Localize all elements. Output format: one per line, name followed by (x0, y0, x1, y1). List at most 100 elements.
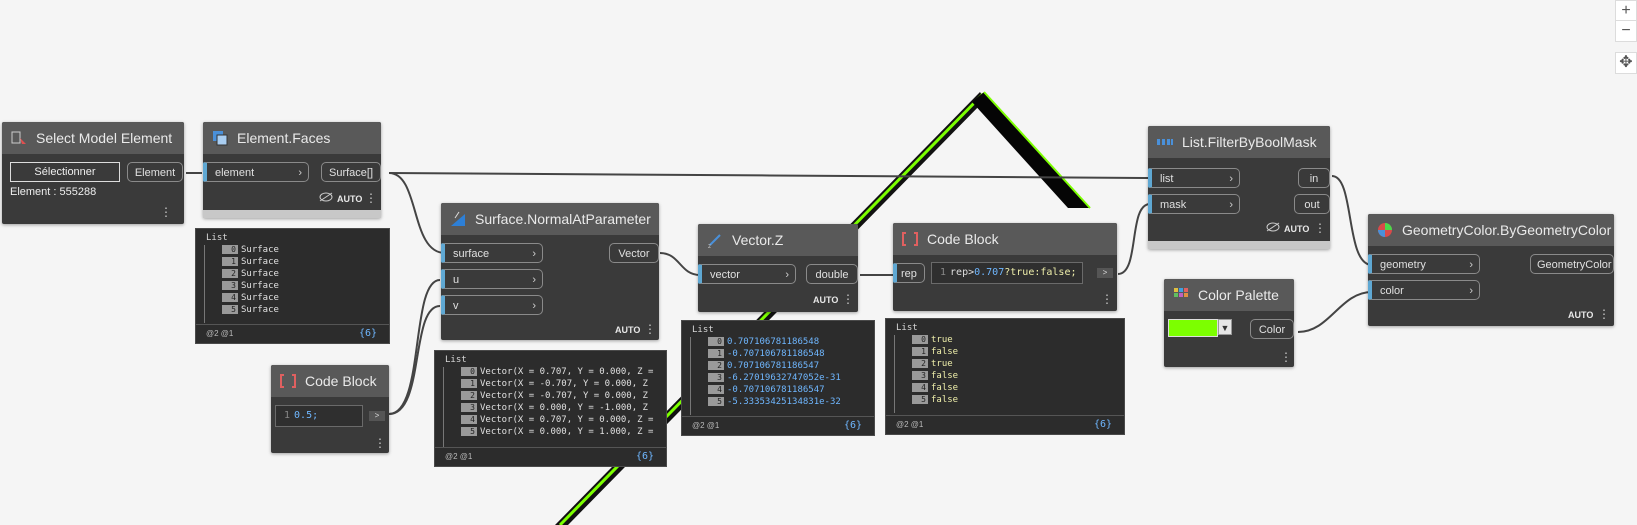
output-port-element[interactable]: Element (127, 162, 183, 182)
preview-hidden-icon[interactable] (1266, 222, 1280, 232)
node-code-block-half[interactable]: Code Block 1 0.5; > ⋮ (271, 365, 389, 453)
output-port-code[interactable]: > (369, 411, 385, 421)
input-port-rep[interactable]: rep (893, 263, 925, 283)
node-code-block-rep[interactable]: Code Block rep 1 rep>0.707?true:false; > … (893, 223, 1117, 311)
list-count: {6} (1093, 419, 1112, 430)
run-mode-label: AUTO (1284, 224, 1310, 234)
code-editor[interactable]: 1 0.5; (275, 405, 363, 427)
input-port-list[interactable]: list › (1148, 168, 1240, 188)
chevron-right-icon: › (1469, 259, 1473, 271)
list-item: 4 Vector(X = 0.707, Y = 0.000, Z = (461, 415, 653, 426)
select-button[interactable]: Sélectionner (10, 162, 120, 182)
node-header[interactable]: GeometryColor.ByGeometryColor (1368, 214, 1614, 246)
node-menu-icon[interactable]: ⋮ (374, 437, 386, 449)
list-item: 0 true (912, 335, 953, 346)
port-label: surface (453, 248, 490, 260)
node-title: Surface.NormalAtParameter (475, 211, 651, 227)
node-geometry-color[interactable]: GeometryColor.ByGeometryColor geometry › … (1368, 214, 1614, 326)
list-header: List (896, 323, 918, 333)
node-title: Code Block (927, 231, 999, 247)
list-item: 0 Surface (222, 245, 279, 256)
input-port-vector[interactable]: vector › (698, 264, 796, 284)
preview-bar[interactable] (1148, 241, 1330, 249)
output-port-double[interactable]: double (806, 264, 858, 284)
code-block-icon (902, 232, 918, 246)
list-header: List (445, 355, 467, 365)
port-label: geometry (1380, 259, 1426, 271)
preview-faces-list: List 0 Surface 1 Surface 2 Surface 3 Surface… (195, 228, 390, 344)
node-menu-icon[interactable]: ⋮ (644, 323, 656, 335)
list-item: 5 Surface (222, 305, 279, 316)
port-label: list (1160, 173, 1174, 185)
run-mode-label: AUTO (1568, 310, 1594, 320)
node-menu-icon[interactable]: ⋮ (1101, 293, 1113, 305)
chevron-right-icon: › (298, 167, 302, 179)
node-header[interactable]: Surface.NormalAtParameter (441, 203, 659, 235)
node-header[interactable]: Select Model Element (2, 122, 184, 154)
select-element-icon (11, 131, 26, 144)
output-port-code[interactable]: > (1097, 268, 1113, 278)
zoom-out-button[interactable]: − (1615, 20, 1637, 42)
list-item: 1 false (912, 347, 958, 358)
node-color-palette[interactable]: Color Palette ▼ Color ⋮ (1164, 279, 1294, 367)
color-swatch[interactable] (1168, 319, 1218, 337)
list-item: 1 Vector(X = -0.707, Y = 0.000, Z (461, 379, 648, 390)
node-element-faces[interactable]: Element.Faces element › Surface[] AUTO ⋮ (203, 122, 381, 218)
input-port-element[interactable]: element › (203, 162, 309, 182)
preview-bool-list: List 0 true 1 false 2 true 3 false 4 false 5f… (885, 318, 1125, 435)
input-port-geometry[interactable]: geometry › (1368, 254, 1480, 274)
input-port-v[interactable]: v › (441, 295, 543, 315)
list-item: 0 Vector(X = 0.707, Y = 0.000, Z = (461, 367, 653, 378)
node-header[interactable]: Code Block (893, 223, 1117, 255)
geometry-color-icon (1378, 223, 1392, 237)
list-header: List (692, 325, 714, 335)
node-menu-icon[interactable]: ⋮ (365, 192, 377, 204)
code-editor[interactable]: 1 rep>0.707?true:false; (931, 262, 1083, 284)
input-port-surface[interactable]: surface › (441, 243, 543, 263)
node-header[interactable]: List.FilterByBoolMask (1148, 126, 1330, 158)
fit-view-button[interactable]: ✥ (1615, 52, 1637, 74)
list-item: 2 Vector(X = -0.707, Y = 0.000, Z (461, 391, 648, 402)
chevron-right-icon: › (785, 269, 789, 281)
preview-bar[interactable] (203, 210, 381, 218)
node-header[interactable]: Code Block (271, 365, 389, 397)
node-select-model-element[interactable]: Select Model Element Sélectionner Elemen… (2, 122, 184, 224)
preview-footer: @2 @1 {6} (196, 324, 389, 343)
node-menu-icon[interactable]: ⋮ (1280, 351, 1292, 363)
run-mode-label: AUTO (615, 325, 641, 335)
list-item: 3 Vector(X = 0.000, Y = -1.000, Z (461, 403, 648, 414)
node-menu-icon[interactable]: ⋮ (842, 293, 854, 305)
node-title: GeometryColor.ByGeometryColor (1402, 222, 1612, 238)
input-port-u[interactable]: u › (441, 269, 543, 289)
port-label: mask (1160, 199, 1187, 211)
node-menu-icon[interactable]: ⋮ (1598, 308, 1610, 320)
list-item: 1 Surface (222, 257, 279, 268)
chevron-right-icon: › (532, 300, 536, 312)
chevron-down-icon[interactable]: ▼ (1218, 319, 1232, 335)
input-port-color[interactable]: color › (1368, 280, 1480, 300)
node-vector-z[interactable]: z Vector.Z vector › double AUTO ⋮ (698, 224, 858, 312)
preview-z-values-list: List 0 0.707106781186548 1 -0.707106781186… (681, 320, 875, 436)
node-header[interactable]: Element.Faces (203, 122, 381, 154)
output-port-color[interactable]: Color (1250, 319, 1294, 339)
node-menu-icon[interactable]: ⋮ (1314, 222, 1326, 234)
node-menu-icon[interactable]: ⋮ (160, 206, 172, 218)
output-port-surfaces[interactable]: Surface[] (321, 162, 381, 182)
chevron-right-icon: › (1229, 199, 1233, 211)
output-port-geometry-color[interactable]: GeometryColor (1530, 254, 1614, 274)
output-port-vector[interactable]: Vector (609, 243, 659, 263)
node-header[interactable]: Color Palette (1164, 279, 1294, 311)
output-port-in[interactable]: in (1298, 168, 1330, 188)
node-header[interactable]: z Vector.Z (698, 224, 858, 256)
preview-footer: @2 @1 {6} (435, 447, 666, 466)
input-port-mask[interactable]: mask › (1148, 194, 1240, 214)
zoom-in-button[interactable]: + (1615, 0, 1637, 22)
preview-hidden-icon[interactable] (319, 192, 333, 202)
node-surface-normal-at-parameter[interactable]: Surface.NormalAtParameter surface › u › v ›… (441, 203, 659, 340)
port-label: color (1380, 285, 1404, 297)
preview-normals-list: List 0 Vector(X = 0.707, Y = 0.000, Z = 1… (434, 350, 667, 467)
vector-z-icon: z (708, 234, 721, 249)
node-list-filter-by-bool-mask[interactable]: List.FilterByBoolMask list › mask › in out… (1148, 126, 1330, 249)
run-mode-label: AUTO (337, 194, 363, 204)
output-port-out[interactable]: out (1294, 194, 1330, 214)
